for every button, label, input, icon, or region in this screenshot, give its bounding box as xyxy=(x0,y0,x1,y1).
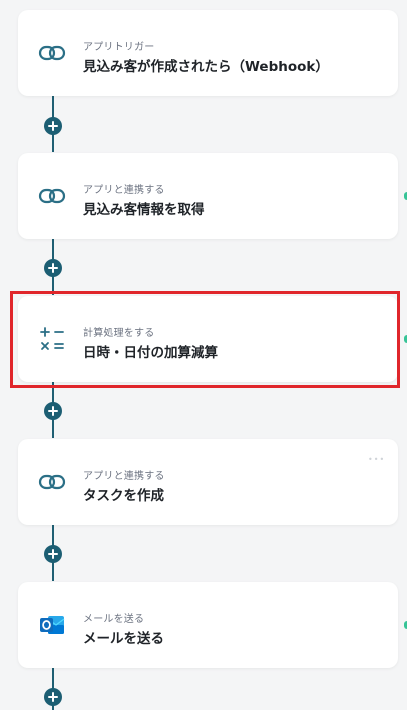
add-step-button[interactable] xyxy=(44,402,62,420)
calculator-operators-icon xyxy=(38,325,66,353)
more-options-icon[interactable]: ••• xyxy=(368,455,385,464)
plus-icon xyxy=(48,406,58,416)
step-title: 見込み客が作成されたら（Webhook） xyxy=(83,59,329,75)
step-category-label: アプリと連携する xyxy=(83,471,165,482)
step-category-label: 計算処理をする xyxy=(83,328,155,339)
step-title: メールを送る xyxy=(83,631,164,647)
add-step-button[interactable] xyxy=(44,117,62,135)
flow-step-card[interactable]: 計算処理をする 日時・日付の加算減算 xyxy=(18,296,398,382)
step-title: タスクを作成 xyxy=(83,488,164,504)
step-category-label: アプリトリガー xyxy=(83,42,155,53)
add-step-button[interactable] xyxy=(44,259,62,277)
flow-step-card[interactable]: アプリと連携する タスクを作成 xyxy=(18,439,398,525)
step-category-label: メールを送る xyxy=(83,614,145,625)
step-category-label: アプリと連携する xyxy=(83,185,165,196)
outlook-icon xyxy=(38,611,66,639)
flow-step-card[interactable]: アプリトリガー 見込み客が作成されたら（Webhook） xyxy=(18,10,398,96)
add-step-button[interactable] xyxy=(44,688,62,706)
chain-link-icon xyxy=(38,182,66,210)
flow-canvas: アプリトリガー 見込み客が作成されたら（Webhook） アプリと連携する 見込… xyxy=(0,0,407,710)
add-step-button[interactable] xyxy=(44,545,62,563)
plus-icon xyxy=(48,121,58,131)
plus-icon xyxy=(48,692,58,702)
flow-step-card[interactable]: アプリと連携する 見込み客情報を取得 xyxy=(18,153,398,239)
chain-link-icon xyxy=(38,468,66,496)
step-title: 見込み客情報を取得 xyxy=(83,202,205,218)
chain-link-icon xyxy=(38,39,66,67)
flow-step-card[interactable]: メールを送る メールを送る xyxy=(18,582,398,668)
step-title: 日時・日付の加算減算 xyxy=(83,345,218,361)
plus-icon xyxy=(48,263,58,273)
plus-icon xyxy=(48,549,58,559)
